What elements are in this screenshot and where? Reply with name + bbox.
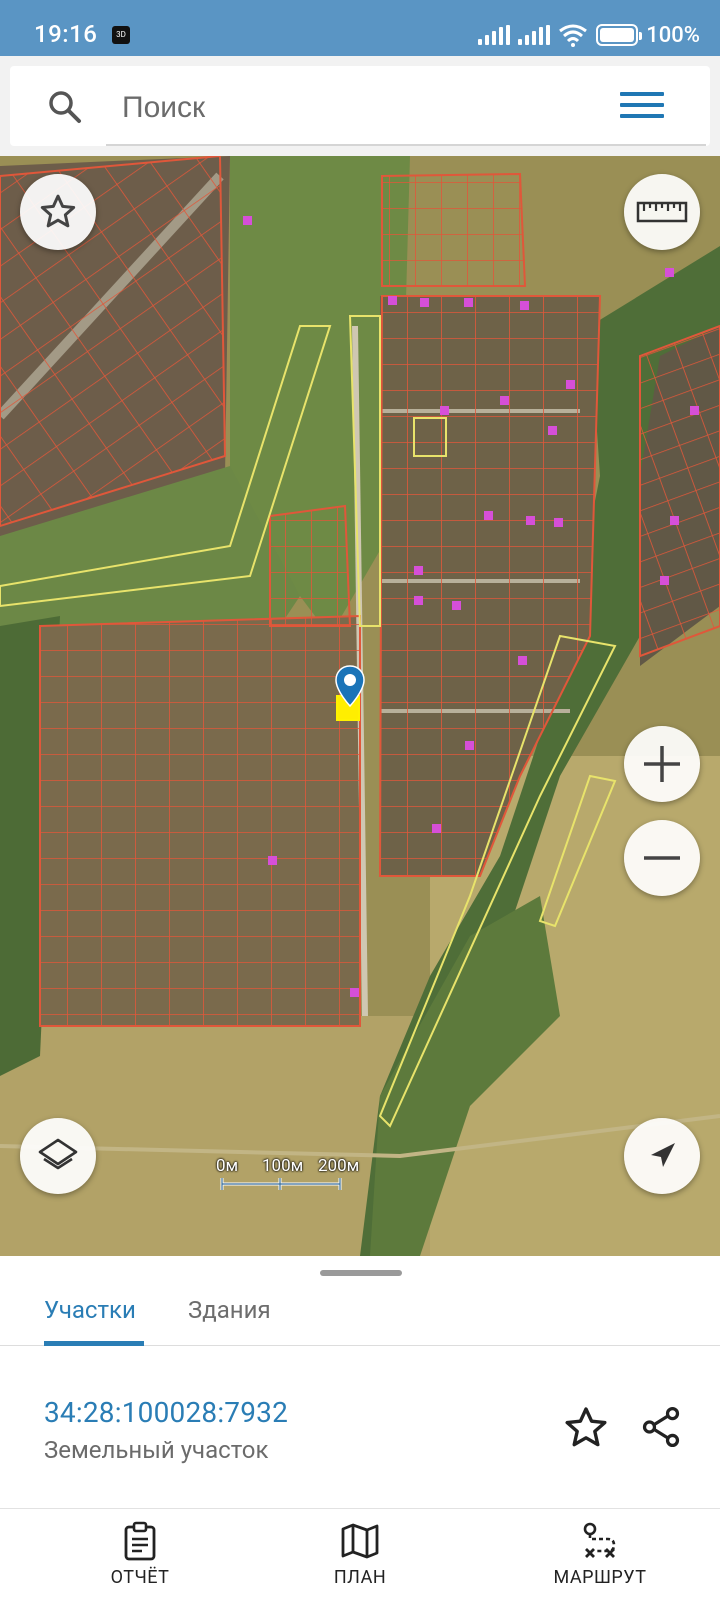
sheet-drag-handle[interactable] bbox=[320, 1270, 402, 1276]
menu-icon[interactable] bbox=[620, 92, 664, 122]
route-icon bbox=[583, 1522, 616, 1558]
wifi-icon bbox=[559, 24, 588, 47]
zoom-out-button[interactable] bbox=[624, 820, 700, 896]
nav-route-label: МАРШРУТ bbox=[553, 1567, 647, 1588]
search-area bbox=[0, 56, 720, 156]
plus-icon bbox=[644, 746, 680, 782]
ruler-icon bbox=[636, 201, 688, 223]
signal-icon bbox=[478, 25, 511, 45]
layers-icon bbox=[38, 1138, 78, 1170]
nav-report-label: ОТЧЁТ bbox=[110, 1567, 170, 1588]
search-underline bbox=[106, 144, 706, 146]
scale-label-100: 100м bbox=[262, 1156, 304, 1176]
nav-route[interactable]: МАРШРУТ bbox=[530, 1509, 670, 1600]
nav-report[interactable]: ОТЧЁТ bbox=[80, 1509, 200, 1600]
battery-percent: 100% bbox=[646, 22, 700, 48]
status-bar: 19:16 3D 100% bbox=[0, 0, 720, 56]
favorite-star-icon[interactable] bbox=[562, 1404, 610, 1452]
scale-label-200: 200м bbox=[318, 1156, 360, 1176]
notification-icon: 3D bbox=[112, 26, 130, 44]
bottom-navigation: ОТЧЁТ ПЛАН МАРШРУТ bbox=[0, 1508, 720, 1600]
navigation-arrow-icon bbox=[651, 1143, 675, 1167]
scale-bar bbox=[220, 1178, 342, 1190]
map-scale: 0м 100м 200м bbox=[210, 1156, 370, 1196]
my-location-button[interactable] bbox=[624, 1118, 700, 1194]
battery-icon bbox=[596, 24, 643, 46]
cadastral-number[interactable]: 34:28:100028:7932 bbox=[44, 1396, 288, 1429]
layers-button[interactable] bbox=[20, 1118, 96, 1194]
info-tabs: Участки Здания bbox=[0, 1278, 720, 1346]
location-pin-icon[interactable] bbox=[334, 664, 366, 712]
favorites-button[interactable] bbox=[20, 174, 96, 250]
map-icon bbox=[341, 1523, 379, 1559]
zoom-in-button[interactable] bbox=[624, 726, 700, 802]
search-icon[interactable] bbox=[48, 90, 82, 124]
status-indicators: 100% bbox=[478, 22, 700, 48]
signal-icon-2 bbox=[518, 25, 551, 45]
nav-plan[interactable]: ПЛАН bbox=[300, 1509, 420, 1600]
star-icon bbox=[40, 194, 76, 228]
tab-buildings[interactable]: Здания bbox=[188, 1296, 271, 1324]
search-input[interactable] bbox=[106, 80, 706, 136]
nav-plan-label: ПЛАН bbox=[333, 1567, 387, 1588]
tab-parcels[interactable]: Участки bbox=[44, 1296, 136, 1324]
scale-label-0: 0м bbox=[216, 1156, 239, 1176]
ruler-button[interactable] bbox=[624, 174, 700, 250]
minus-icon bbox=[644, 856, 680, 860]
search-bar bbox=[10, 66, 710, 146]
status-time: 19:16 bbox=[34, 20, 98, 48]
map-view[interactable]: 0м 100м 200м bbox=[0, 156, 720, 1256]
active-tab-indicator bbox=[44, 1341, 144, 1346]
parcel-type: Земельный участок bbox=[44, 1436, 269, 1464]
share-icon[interactable] bbox=[638, 1404, 684, 1450]
clipboard-icon bbox=[124, 1521, 156, 1561]
